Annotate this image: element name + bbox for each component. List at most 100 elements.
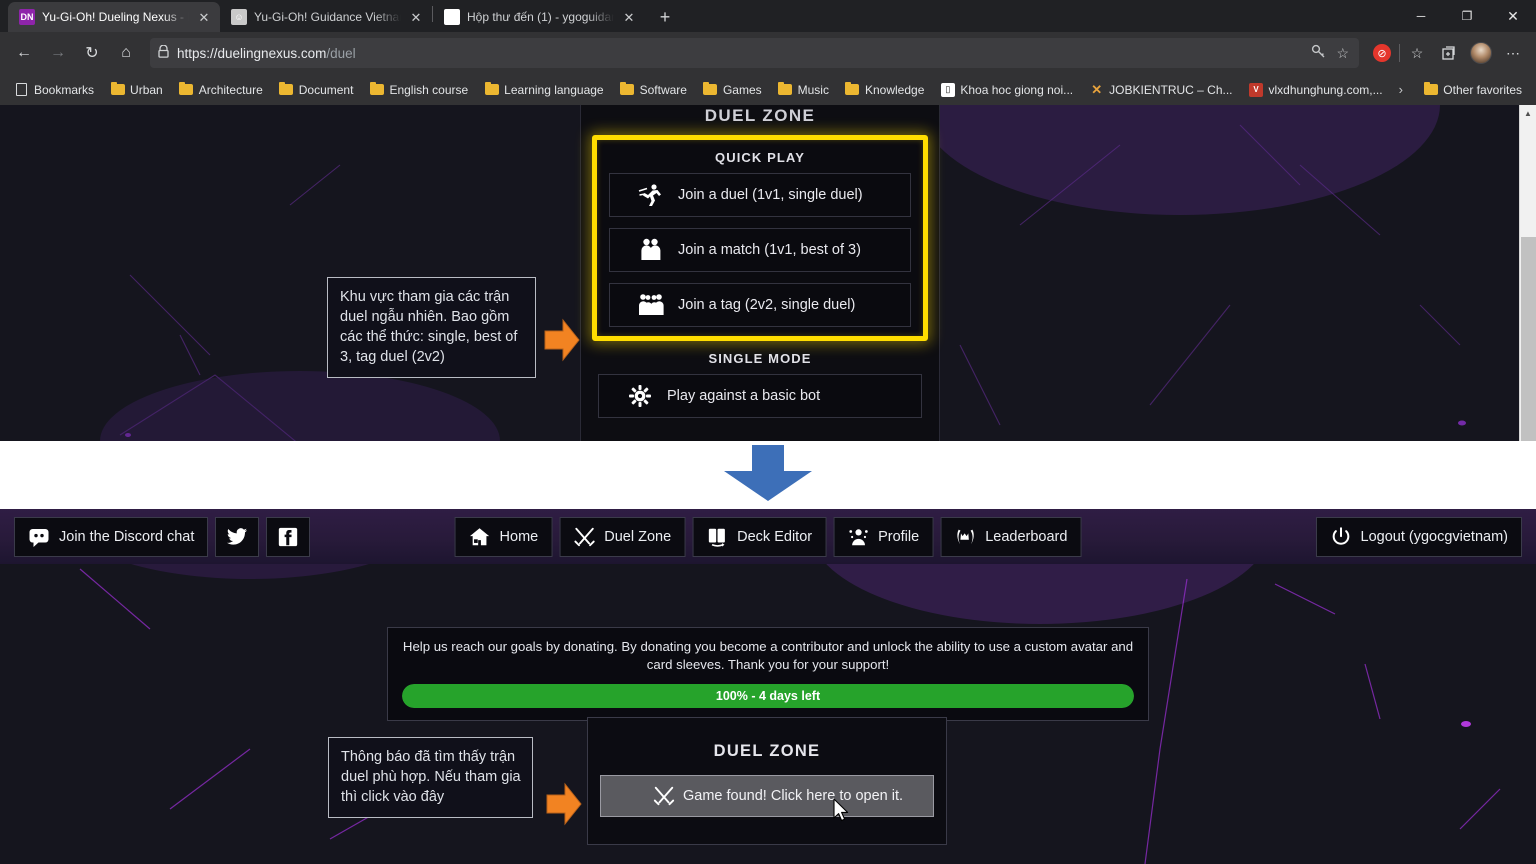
bookmark-item[interactable]: Software [614, 80, 693, 100]
omnibox-actions: ☆ [1311, 44, 1351, 62]
bookmark-item[interactable]: Games [697, 80, 768, 100]
tab-strip: DN Yu-Gi-Oh! Dueling Nexus - Free ✕ ☺ Yu… [0, 2, 1398, 32]
bookmark-label: Urban [130, 82, 163, 97]
bookmark-item[interactable]: Urban [104, 80, 169, 100]
site-navigation-bar: Join the Discord chat Home Duel Zone Dec… [0, 509, 1536, 564]
bookmark-item[interactable]: Music [772, 80, 835, 100]
bookmark-item[interactable]: ✕ JOBKIENTRUC – Ch... [1083, 80, 1238, 100]
nav-item-deck-editor[interactable]: Deck Editor [692, 516, 827, 557]
donation-banner: Help us reach our goals by donating. By … [387, 627, 1149, 722]
page-viewport-bottom: Join the Discord chat Home Duel Zone Dec… [0, 509, 1536, 864]
page-scrollbar[interactable]: ▲ [1519, 105, 1536, 441]
swords-icon [573, 526, 595, 548]
bookmark-item[interactable]: Knowledge [839, 80, 930, 100]
annotation-text: Khu vực tham gia các trận duel ngẫu nhiê… [340, 289, 518, 365]
close-window-button[interactable]: ✕ [1490, 0, 1536, 32]
browser-tab-1[interactable]: DN Yu-Gi-Oh! Dueling Nexus - Free ✕ [8, 2, 220, 32]
favorites-bar-icon[interactable]: ☆ [1402, 38, 1432, 68]
logout-button[interactable]: Logout (ygocgvietnam) [1315, 516, 1522, 557]
folder-icon [484, 81, 499, 97]
social-links-group: Join the Discord chat [14, 516, 311, 557]
address-bar[interactable]: https://duelingnexus.com/duel ☆ [150, 38, 1359, 68]
folder-icon [110, 81, 125, 97]
quick-play-highlight-box: QUICK PLAY Join a duel (1v1, single duel… [592, 135, 928, 341]
bookmark-item[interactable]: Architecture [173, 80, 269, 100]
browser-menu-icon[interactable]: ⋯ [1498, 38, 1528, 68]
scroll-up-icon[interactable]: ▲ [1520, 105, 1536, 122]
join-tag-button[interactable]: Join a tag (2v2, single duel) [609, 283, 911, 327]
folder-icon [620, 81, 635, 97]
folder-icon [179, 81, 194, 97]
browser-tab-3[interactable]: M Hộp thư đến (1) - ygoguidance© ✕ [433, 2, 645, 32]
window-controls: ─ ❐ ✕ [1398, 0, 1536, 32]
tab-close-icon[interactable]: ✕ [621, 9, 637, 25]
browser-titlebar: DN Yu-Gi-Oh! Dueling Nexus - Free ✕ ☺ Yu… [0, 0, 1536, 32]
minimize-button[interactable]: ─ [1398, 0, 1444, 32]
url-path: /duel [326, 45, 356, 61]
site-icon: V [1249, 82, 1264, 97]
bookmark-item[interactable]: ▯ Khoa hoc giong noi... [934, 80, 1079, 100]
folder-icon [279, 81, 294, 97]
home-icon[interactable]: ⌂ [110, 37, 142, 69]
facebook-button[interactable] [266, 516, 311, 557]
deck-icon [706, 526, 728, 548]
other-favorites-label: Other favorites [1443, 82, 1522, 97]
scrollbar-thumb[interactable] [1521, 237, 1536, 441]
join-duel-label: Join a duel (1v1, single duel) [678, 187, 863, 203]
tab-close-icon[interactable]: ✕ [196, 9, 212, 25]
account-group: Logout (ygocgvietnam) [1315, 516, 1522, 557]
gear-bot-icon [627, 383, 653, 409]
profile-avatar[interactable] [1466, 38, 1496, 68]
favorite-star-icon[interactable]: ☆ [1336, 45, 1349, 62]
discord-chat-button[interactable]: Join the Discord chat [14, 516, 209, 557]
annotation-callout-gamefound: Thông báo đã tìm thấy trận duel phù hợp.… [328, 737, 533, 818]
folder-icon [1423, 81, 1438, 97]
join-duel-button[interactable]: Join a duel (1v1, single duel) [609, 173, 911, 217]
page-viewport-top: Khu vực tham gia các trận duel ngẫu nhiê… [0, 105, 1536, 441]
other-favorites-button[interactable]: Other favorites [1417, 80, 1528, 100]
single-mode-label: SINGLE MODE [708, 351, 812, 366]
nav-item-duel-zone[interactable]: Duel Zone [559, 516, 686, 557]
nav-item-profile[interactable]: Profile [833, 516, 934, 557]
nav-item-deck-editor-label: Deck Editor [737, 528, 813, 545]
back-icon[interactable]: ← [8, 37, 40, 69]
nav-item-leaderboard[interactable]: Leaderboard [940, 516, 1082, 557]
tab-close-icon[interactable]: ✕ [408, 9, 424, 25]
two-people-icon [638, 237, 664, 263]
join-tag-label: Join a tag (2v2, single duel) [678, 297, 856, 313]
laurel-icon [954, 526, 976, 548]
discord-chat-label: Join the Discord chat [59, 528, 195, 545]
restore-button[interactable]: ❐ [1444, 0, 1490, 32]
nav-item-home[interactable]: Home [454, 516, 553, 557]
tracking-blocker-icon[interactable]: ⊘ [1367, 38, 1397, 68]
bookmark-item[interactable]: Learning language [478, 80, 609, 100]
join-match-button[interactable]: Join a match (1v1, best of 3) [609, 228, 911, 272]
donation-progress-label: 100% - 4 days left [715, 689, 821, 704]
reload-icon[interactable]: ↻ [76, 37, 108, 69]
bookmark-item[interactable]: English course [363, 80, 474, 100]
annotation-callout-quickplay: Khu vực tham gia các trận duel ngẫu nhiê… [327, 277, 536, 378]
folder-icon [369, 81, 384, 97]
new-tab-button[interactable]: + [651, 3, 679, 31]
bookmark-item[interactable]: Bookmarks [8, 80, 100, 100]
section-divider [0, 441, 1536, 509]
bookmarks-bar: Bookmarks Urban Architecture Document En… [0, 74, 1536, 105]
other-favorites-group: Other favorites [1417, 80, 1528, 100]
bookmark-item[interactable]: Vvlxdhunghung.com,... [1243, 80, 1389, 100]
guidance-vietnam-favicon: ☺ [231, 9, 247, 25]
browser-tab-2[interactable]: ☺ Yu-Gi-Oh! Guidance Vietnam - H ✕ [220, 2, 432, 32]
search-key-icon[interactable] [1311, 44, 1326, 62]
game-found-button[interactable]: Game found! Click here to open it. [600, 775, 934, 822]
forward-icon[interactable]: → [42, 37, 74, 69]
cross-icon: ✕ [1091, 81, 1103, 97]
chevron-right-icon[interactable]: › [1393, 82, 1409, 97]
swords-icon [653, 785, 675, 807]
play-basic-bot-button[interactable]: Play against a basic bot [598, 374, 922, 418]
collections-icon[interactable] [1434, 38, 1464, 68]
bookmark-item[interactable]: Document [273, 80, 360, 100]
folder-icon [845, 81, 860, 97]
twitter-button[interactable] [215, 516, 260, 557]
folder-icon [778, 81, 793, 97]
bookmark-label: Music [797, 82, 829, 97]
bookmark-label: Khoa hoc giong noi... [960, 82, 1074, 97]
